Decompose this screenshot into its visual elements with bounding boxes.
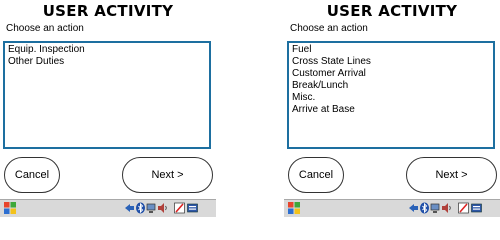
page-subtitle: Choose an action — [6, 23, 84, 34]
list-item[interactable]: Arrive at Base — [289, 104, 493, 116]
action-listbox[interactable]: Equip. Inspection Other Duties — [3, 41, 211, 149]
page-title: USER ACTIVITY — [42, 2, 174, 20]
keyboard-icon[interactable] — [471, 202, 482, 214]
windows-start-icon[interactable] — [287, 201, 301, 215]
activity-screen-right: USER ACTIVITY Choose an action Fuel Cros… — [284, 0, 500, 217]
action-listbox[interactable]: Fuel Cross State Lines Customer Arrival … — [287, 41, 495, 149]
windows-start-icon[interactable] — [3, 201, 17, 215]
bluetooth-icon[interactable] — [135, 202, 146, 214]
list-item[interactable]: Cross State Lines — [289, 56, 493, 68]
taskbar — [0, 199, 216, 217]
cancel-button[interactable]: Cancel — [4, 157, 60, 193]
page-subtitle: Choose an action — [290, 23, 368, 34]
list-item[interactable]: Break/Lunch — [289, 80, 493, 92]
activity-screen-left: USER ACTIVITY Choose an action Equip. In… — [0, 0, 216, 217]
speaker-icon[interactable] — [441, 202, 452, 214]
sync-icon[interactable] — [408, 202, 419, 214]
list-item[interactable]: Misc. — [289, 92, 493, 104]
bluetooth-icon[interactable] — [419, 202, 430, 214]
stylus-icon[interactable] — [458, 202, 469, 214]
keyboard-icon[interactable] — [187, 202, 198, 214]
list-item[interactable]: Customer Arrival — [289, 68, 493, 80]
network-icon[interactable] — [430, 202, 441, 214]
next-button[interactable]: Next > — [406, 157, 497, 193]
next-button[interactable]: Next > — [122, 157, 213, 193]
speaker-icon[interactable] — [157, 202, 168, 214]
list-item[interactable]: Equip. Inspection — [5, 44, 209, 56]
list-item[interactable]: Other Duties — [5, 56, 209, 68]
cancel-button[interactable]: Cancel — [288, 157, 344, 193]
sync-icon[interactable] — [124, 202, 135, 214]
stylus-icon[interactable] — [174, 202, 185, 214]
network-icon[interactable] — [146, 202, 157, 214]
page-title: USER ACTIVITY — [326, 2, 458, 20]
taskbar — [284, 199, 500, 217]
list-item[interactable]: Fuel — [289, 44, 493, 56]
